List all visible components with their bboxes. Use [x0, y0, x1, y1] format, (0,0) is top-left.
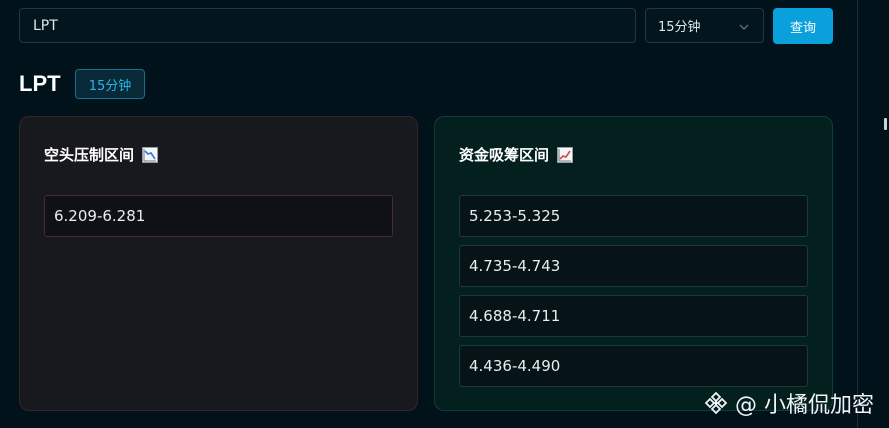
long-range-item: 4.436-4.490 — [459, 345, 808, 387]
chart-decreasing-icon — [142, 146, 158, 163]
short-panel-title: 空头压制区间 — [44, 144, 158, 165]
symbol-title: LPT — [19, 71, 61, 96]
chart-increasing-icon — [557, 146, 573, 163]
long-range-item: 5.253-5.325 — [459, 195, 808, 237]
scrollbar-track — [857, 0, 858, 428]
long-range-item: 4.688-4.711 — [459, 295, 808, 337]
short-pressure-panel: 空头压制区间 6.209-6.281 — [19, 116, 418, 411]
interval-select[interactable]: 15分钟 — [645, 8, 764, 43]
search-input[interactable] — [19, 8, 636, 43]
watermark-text: @ 小橘侃加密 — [735, 393, 874, 418]
watermark: @ 小橘侃加密 — [703, 386, 874, 420]
query-button[interactable]: 查询 — [773, 8, 833, 44]
long-panel-title: 资金吸筹区间 — [459, 144, 573, 165]
chevron-down-icon — [739, 24, 749, 30]
interval-select-value: 15分钟 — [658, 20, 701, 35]
short-panel-title-text: 空头压制区间 — [44, 146, 135, 164]
scrollbar-thumb[interactable] — [884, 118, 887, 130]
short-range-item: 6.209-6.281 — [44, 195, 393, 237]
long-range-item: 4.735-4.743 — [459, 245, 808, 287]
long-panel-title-text: 资金吸筹区间 — [459, 146, 550, 164]
binance-logo-icon — [704, 391, 728, 415]
capital-accumulation-panel: 资金吸筹区间 5.253-5.325 4.735-4.743 4.688-4.7… — [434, 116, 833, 411]
interval-badge: 15分钟 — [75, 69, 145, 99]
